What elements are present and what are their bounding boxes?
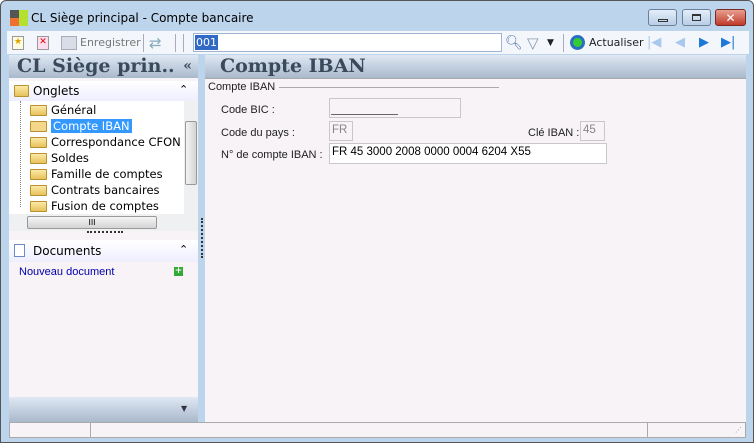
documents-header[interactable]: Documents ⌃ xyxy=(9,240,198,262)
save-button[interactable]: Enregistrer xyxy=(61,31,141,54)
status-bar: ⋰ xyxy=(9,422,746,438)
main-content: Compte IBAN Code BIC : Code du pays : FR… xyxy=(205,78,746,422)
document-icon xyxy=(14,244,25,257)
tree-item-compte-iban[interactable]: Compte IBAN xyxy=(30,118,132,134)
divider xyxy=(563,34,564,52)
divider xyxy=(143,34,144,52)
iban-number-field[interactable]: FR 45 3000 2008 0000 0004 6204 X55 xyxy=(329,143,607,164)
tree-item-fusion[interactable]: Fusion de comptes xyxy=(30,198,159,214)
chevron-down-icon[interactable]: ▼ xyxy=(547,31,554,54)
previous-record-icon[interactable]: ◀ xyxy=(675,31,685,54)
iban-key-field[interactable]: 45 xyxy=(580,121,605,141)
tree-item-soldes[interactable]: Soldes xyxy=(30,150,89,166)
collapse-icon[interactable]: ⌃ xyxy=(179,83,188,96)
window-title: CL Siège principal - Compte bancaire xyxy=(31,11,254,25)
vertical-splitter[interactable] xyxy=(201,218,203,258)
divider xyxy=(183,34,184,52)
refresh-button[interactable]: Actualiser xyxy=(570,31,644,54)
resize-grip[interactable]: ⋰ xyxy=(735,426,742,434)
collapse-icon[interactable]: ⌃ xyxy=(179,243,188,256)
folder-icon xyxy=(30,184,47,196)
tree-item-correspondance[interactable]: Correspondance CFON xyxy=(30,134,181,150)
folder-open-icon xyxy=(30,120,47,132)
tree-item-general[interactable]: Général xyxy=(30,102,96,118)
page-title: Compte IBAN xyxy=(205,55,746,78)
minimize-button[interactable] xyxy=(648,9,677,26)
delete-icon[interactable]: ✕ xyxy=(37,31,49,54)
sync-icon[interactable]: ⇄ xyxy=(149,31,162,54)
vertical-scrollbar[interactable] xyxy=(184,101,198,214)
collapse-panel-button[interactable]: « xyxy=(183,55,192,78)
splitter-handle[interactable] xyxy=(87,231,123,233)
country-code-field[interactable]: FR xyxy=(329,121,353,141)
left-panel-header: CL Siège prin.. « xyxy=(9,55,198,78)
tree-item-contrats[interactable]: Contrats bancaires xyxy=(30,182,160,198)
chevron-down-icon[interactable]: ▼ xyxy=(181,404,187,413)
save-icon xyxy=(61,35,77,50)
first-record-icon[interactable]: |◀ xyxy=(647,31,661,54)
toolbar: ★ ✕ Enregistrer ⇄ 001 🔍︎ ▽ ▼ Actualiser … xyxy=(7,31,749,54)
status-divider xyxy=(647,423,648,437)
divider xyxy=(175,34,176,52)
folder-icon xyxy=(30,152,47,164)
folder-icon xyxy=(30,136,47,148)
new-document-link[interactable]: Nouveau document xyxy=(19,266,114,278)
onglets-header[interactable]: Onglets ⌃ xyxy=(9,81,198,101)
horizontal-scrollbar[interactable]: III xyxy=(9,214,198,231)
group-label: Compte IBAN xyxy=(208,81,276,93)
app-icon xyxy=(10,10,28,26)
folder-icon xyxy=(30,104,47,116)
folder-icon xyxy=(30,200,47,212)
filter-icon[interactable]: ▽ xyxy=(527,31,539,54)
search-icon[interactable]: 🔍︎ xyxy=(505,31,523,54)
group-divider xyxy=(279,87,499,88)
bic-field[interactable] xyxy=(329,98,461,118)
window: CL Siège principal - Compte bancaire ✕ ★… xyxy=(0,0,754,443)
new-icon[interactable]: ★ xyxy=(12,31,24,54)
folder-icon xyxy=(30,168,47,180)
panel-footer: ▼ xyxy=(9,397,198,422)
last-record-icon[interactable]: ▶| xyxy=(721,31,735,54)
folder-icon xyxy=(14,85,29,97)
close-button[interactable]: ✕ xyxy=(715,9,746,26)
maximize-button[interactable] xyxy=(682,9,711,26)
search-input[interactable]: 001 xyxy=(193,33,502,52)
refresh-icon xyxy=(570,35,585,50)
tabs-tree: Général Compte IBAN Correspondance CFON … xyxy=(9,101,198,214)
next-record-icon[interactable]: ▶ xyxy=(699,31,709,54)
bic-underline xyxy=(331,114,398,115)
status-divider xyxy=(90,423,91,437)
add-icon[interactable]: + xyxy=(174,267,183,276)
tree-item-famille[interactable]: Famille de comptes xyxy=(30,166,163,182)
